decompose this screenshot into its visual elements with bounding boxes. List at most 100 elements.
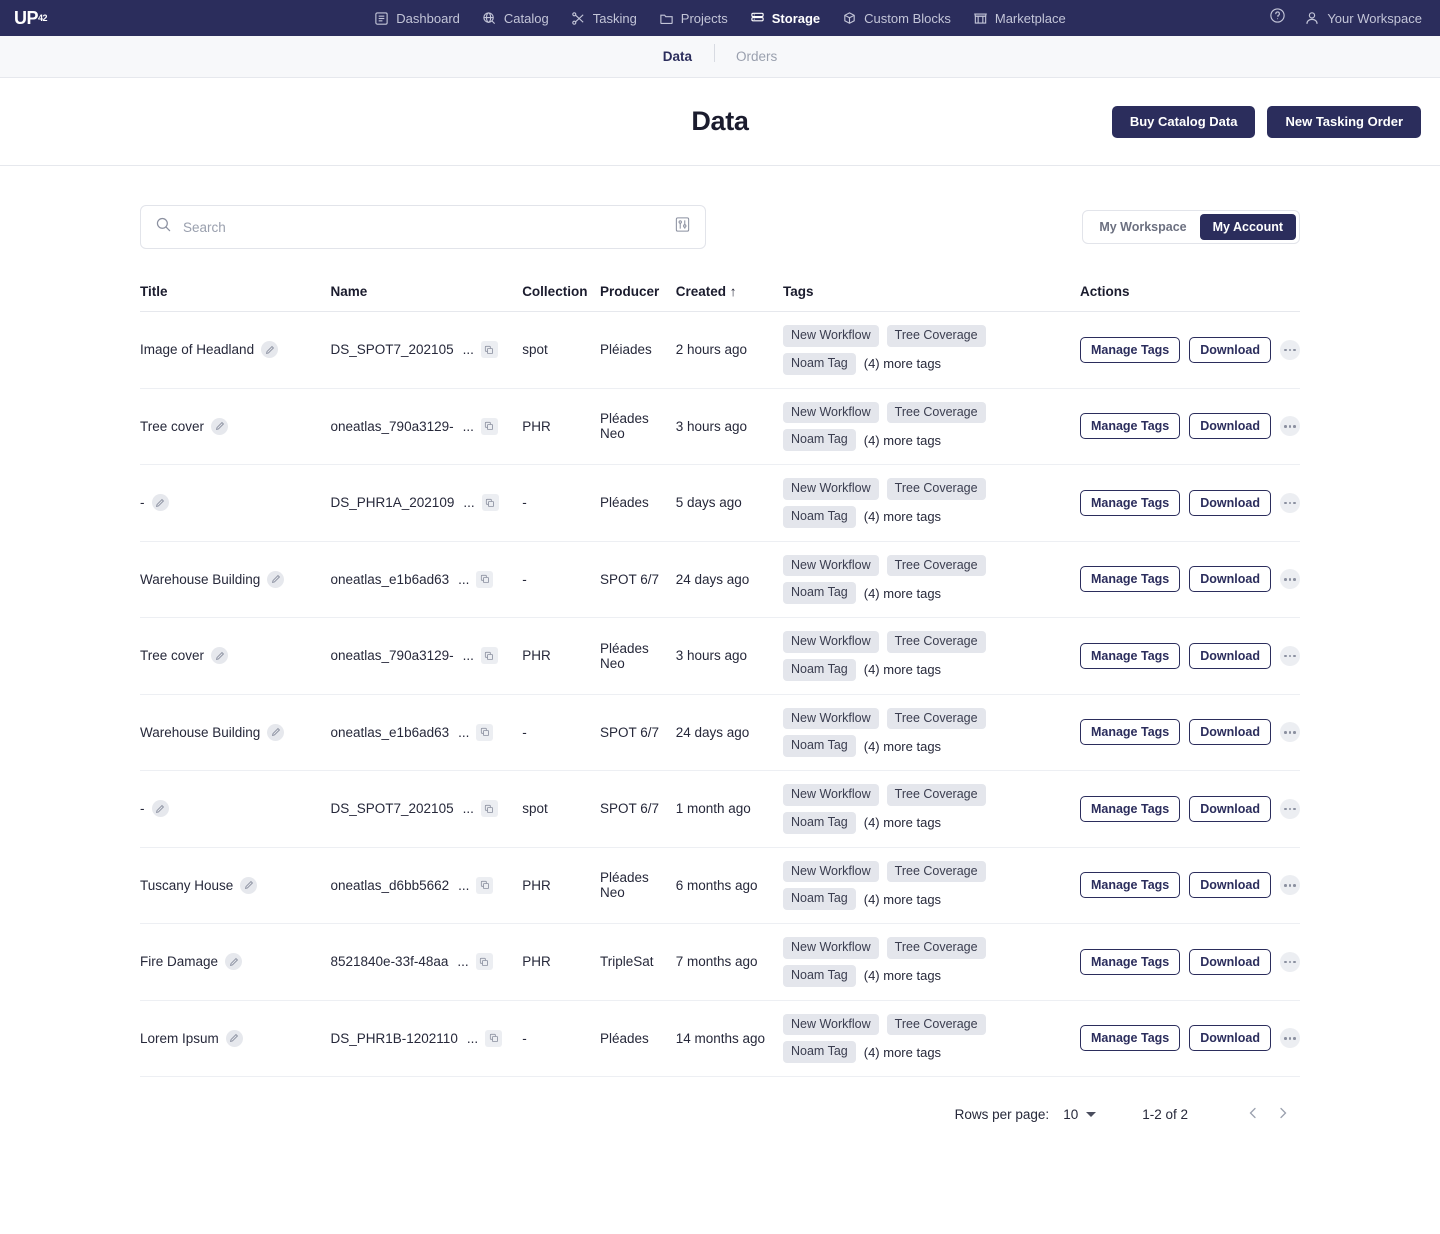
scope-my-account[interactable]: My Account (1199, 213, 1296, 241)
more-tags-link[interactable]: (4) more tags (864, 356, 941, 371)
search-box[interactable] (140, 205, 706, 249)
manage-tags-button[interactable]: Manage Tags (1079, 872, 1181, 899)
more-tags-link[interactable]: (4) more tags (864, 509, 941, 524)
manage-tags-button[interactable]: Manage Tags (1079, 1025, 1181, 1052)
copy-icon[interactable] (485, 1029, 503, 1047)
column-header-name[interactable]: Name (330, 284, 523, 312)
table-row[interactable]: - DS_SPOT7_202105 ... spot SPOT 6/7 1 mo… (140, 770, 1300, 848)
nav-item-catalog[interactable]: Catalog (482, 11, 549, 26)
new-tasking-order-button[interactable]: New Tasking Order (1267, 105, 1421, 138)
tag-chip[interactable]: Tree Coverage (886, 401, 986, 424)
copy-icon[interactable] (476, 723, 494, 741)
manage-tags-button[interactable]: Manage Tags (1079, 566, 1181, 593)
tab-data[interactable]: Data (641, 50, 714, 64)
tag-chip[interactable]: Tree Coverage (886, 325, 986, 347)
nav-item-marketplace[interactable]: Marketplace (973, 11, 1066, 26)
pencil-icon[interactable] (211, 417, 229, 435)
more-horizontal-icon[interactable] (1279, 1028, 1300, 1049)
table-row[interactable]: Tree cover oneatlas_790a3129- ... PHR Pl… (140, 617, 1300, 695)
copy-icon[interactable] (480, 341, 498, 359)
tag-chip[interactable]: New Workflow (783, 554, 879, 577)
more-horizontal-icon[interactable] (1279, 569, 1300, 590)
pencil-icon[interactable] (151, 800, 169, 818)
download-button[interactable]: Download (1189, 336, 1271, 363)
tag-chip[interactable]: Tree Coverage (886, 554, 986, 577)
manage-tags-button[interactable]: Manage Tags (1079, 948, 1181, 975)
more-tags-link[interactable]: (4) more tags (864, 968, 941, 983)
more-tags-link[interactable]: (4) more tags (864, 433, 941, 448)
copy-icon[interactable] (476, 876, 494, 894)
previous-page-button[interactable] (1238, 1099, 1268, 1129)
tag-chip[interactable]: Tree Coverage (886, 1013, 986, 1036)
download-button[interactable]: Download (1189, 413, 1271, 440)
pencil-icon[interactable] (211, 647, 229, 665)
tag-chip[interactable]: Tree Coverage (886, 478, 986, 500)
manage-tags-button[interactable]: Manage Tags (1079, 795, 1181, 822)
table-row[interactable]: Tree cover oneatlas_790a3129- ... PHR Pl… (140, 388, 1300, 465)
tag-chip[interactable]: Noam Tag (783, 582, 856, 604)
more-horizontal-icon[interactable] (1279, 875, 1300, 896)
tag-chip[interactable]: Tree Coverage (886, 707, 986, 730)
tag-chip[interactable]: Noam Tag (783, 429, 856, 451)
column-header-producer[interactable]: Producer (599, 284, 676, 312)
pencil-icon[interactable] (261, 341, 279, 359)
help-circle-icon[interactable] (1269, 7, 1286, 29)
download-button[interactable]: Download (1189, 642, 1271, 669)
more-horizontal-icon[interactable] (1279, 798, 1300, 819)
table-row[interactable]: Image of Headland DS_SPOT7_202105 ... sp… (140, 311, 1300, 389)
nav-item-storage[interactable]: Storage (750, 11, 820, 26)
nav-item-custom-blocks[interactable]: Custom Blocks (842, 11, 951, 26)
copy-icon[interactable] (480, 417, 498, 435)
more-tags-link[interactable]: (4) more tags (864, 892, 941, 907)
tag-chip[interactable]: Noam Tag (783, 352, 856, 375)
download-button[interactable]: Download (1189, 719, 1271, 746)
tag-chip[interactable]: New Workflow (783, 937, 879, 959)
tag-chip[interactable]: New Workflow (783, 707, 879, 730)
download-button[interactable]: Download (1189, 948, 1271, 975)
scope-my-workspace[interactable]: My Workspace (1086, 214, 1199, 241)
manage-tags-button[interactable]: Manage Tags (1079, 719, 1181, 746)
pencil-icon[interactable] (267, 723, 285, 741)
more-horizontal-icon[interactable] (1279, 416, 1300, 437)
copy-icon[interactable] (475, 953, 493, 971)
manage-tags-button[interactable]: Manage Tags (1079, 336, 1181, 363)
manage-tags-button[interactable]: Manage Tags (1079, 642, 1181, 669)
nav-item-dashboard[interactable]: Dashboard (374, 11, 460, 26)
tab-orders[interactable]: Orders (714, 43, 799, 64)
more-horizontal-icon[interactable] (1279, 951, 1300, 972)
filter-sliders-icon[interactable] (674, 216, 691, 238)
download-button[interactable]: Download (1189, 795, 1271, 822)
pencil-icon[interactable] (225, 1029, 243, 1047)
download-button[interactable]: Download (1189, 872, 1271, 899)
account-menu[interactable]: Your Workspace (1304, 10, 1422, 26)
manage-tags-button[interactable]: Manage Tags (1079, 413, 1181, 440)
more-horizontal-icon[interactable] (1279, 492, 1300, 513)
column-header-title[interactable]: Title (140, 284, 331, 312)
download-button[interactable]: Download (1189, 1025, 1271, 1052)
tag-chip[interactable]: Noam Tag (783, 658, 856, 681)
tag-chip[interactable]: New Workflow (783, 860, 879, 883)
table-row[interactable]: Lorem Ipsum DS_PHR1B-1202110 ... - Pléad… (140, 1000, 1300, 1077)
next-page-button[interactable] (1268, 1099, 1298, 1129)
tag-chip[interactable]: Noam Tag (783, 1041, 856, 1063)
copy-icon[interactable] (480, 800, 498, 818)
download-button[interactable]: Download (1189, 566, 1271, 593)
tag-chip[interactable]: Tree Coverage (886, 784, 986, 806)
tag-chip[interactable]: Noam Tag (783, 964, 856, 987)
tag-chip[interactable]: Noam Tag (783, 811, 856, 834)
buy-catalog-data-button[interactable]: Buy Catalog Data (1111, 105, 1256, 138)
pencil-icon[interactable] (240, 876, 258, 894)
pencil-icon[interactable] (151, 494, 169, 512)
tag-chip[interactable]: Noam Tag (783, 505, 856, 528)
tag-chip[interactable]: New Workflow (783, 401, 879, 424)
tag-chip[interactable]: Tree Coverage (886, 631, 986, 653)
tag-chip[interactable]: New Workflow (783, 1013, 879, 1036)
more-horizontal-icon[interactable] (1279, 339, 1300, 360)
up42-logo[interactable]: UP 42 (14, 0, 48, 36)
tag-chip[interactable]: Noam Tag (783, 735, 856, 757)
column-header-created[interactable]: Created ↑ (675, 284, 783, 312)
more-tags-link[interactable]: (4) more tags (864, 662, 941, 677)
search-input[interactable] (183, 219, 663, 235)
table-row[interactable]: - DS_PHR1A_202109 ... - Pléades 5 days a… (140, 464, 1300, 542)
table-row[interactable]: Warehouse Building oneatlas_e1b6ad63 ...… (140, 541, 1300, 618)
